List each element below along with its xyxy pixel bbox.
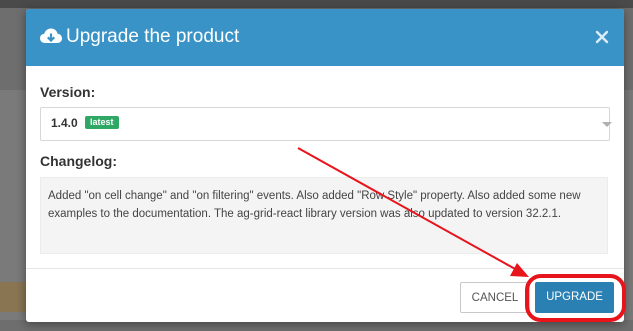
chevron-down-icon: [602, 122, 612, 127]
backdrop-left-accent: [0, 282, 26, 312]
cloud-download-icon: [39, 26, 63, 48]
backdrop-right-panel: [624, 90, 633, 320]
changelog-label: Changelog:: [40, 153, 117, 169]
changelog-box: Added "on cell change" and "on filtering…: [40, 177, 608, 254]
version-value: 1.4.0: [51, 116, 78, 130]
footer-divider: [26, 268, 624, 269]
latest-badge: latest: [85, 116, 119, 129]
cancel-button[interactable]: CANCEL: [460, 282, 530, 313]
version-select[interactable]: 1.4.0 latest: [40, 107, 612, 141]
upgrade-button[interactable]: UPGRADE: [535, 282, 614, 313]
close-icon[interactable]: [592, 27, 612, 47]
modal-title: Upgrade the product: [66, 26, 240, 47]
upgrade-modal: Upgrade the product Version: 1.4.0 lates…: [26, 9, 624, 322]
changelog-text: Added "on cell change" and "on filtering…: [48, 190, 581, 220]
version-label: Version:: [40, 84, 96, 100]
modal-header: Upgrade the product: [26, 9, 624, 66]
